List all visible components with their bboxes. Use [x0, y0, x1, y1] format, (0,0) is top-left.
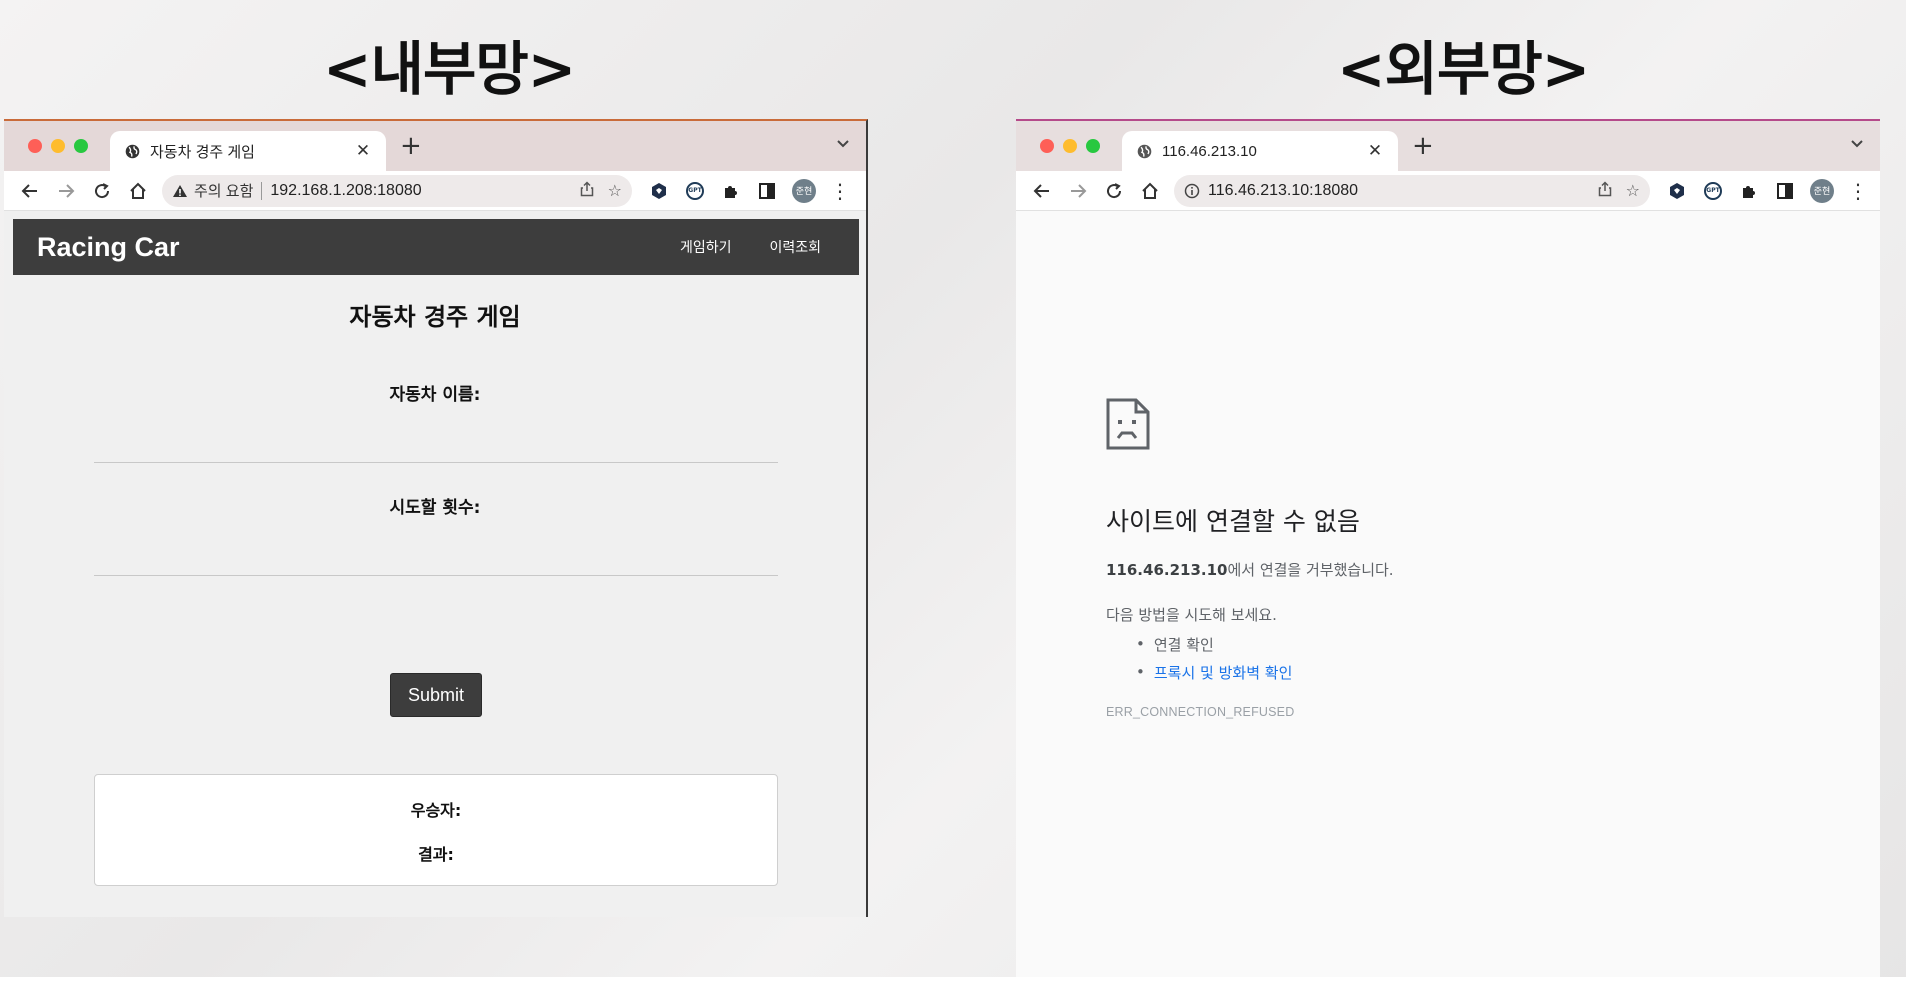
gpt-extension-icon[interactable]: GPT — [1702, 180, 1724, 202]
url-text[interactable]: 116.46.213.10:18080 — [1208, 182, 1584, 200]
suggestion-check-proxy[interactable]: 프록시 및 방화벽 확인 — [1136, 658, 1293, 686]
connection-error-page: 사이트에 연결할 수 없음 116.46.213.10에서 연결을 거부했습니다… — [1016, 211, 1880, 977]
back-arrow-icon[interactable] — [12, 175, 48, 207]
suggestion-check-connection: 연결 확인 — [1136, 630, 1292, 658]
heading-internal-network: <내부망> — [323, 35, 576, 103]
browser-window-external: 116.46.213.10 ✕ + 116.46.213.10:18080 ☆ — [1016, 119, 1880, 977]
tab-title: 자동차 경주 게임 — [150, 143, 255, 161]
extension-icon[interactable] — [648, 180, 670, 202]
tab-title: 116.46.213.10 — [1162, 142, 1257, 160]
bookmark-star-icon[interactable]: ☆ — [1626, 181, 1640, 200]
error-message: 116.46.213.10에서 연결을 거부했습니다. — [1106, 559, 1394, 580]
brand-logo[interactable]: Racing Car — [37, 232, 680, 263]
puzzle-extensions-icon[interactable] — [720, 180, 742, 202]
error-title: 사이트에 연결할 수 없음 — [1106, 507, 1360, 536]
maximize-window-button[interactable] — [74, 139, 88, 153]
sad-file-icon — [1106, 398, 1150, 450]
proxy-firewall-link[interactable]: 프록시 및 방화벽 확인 — [1154, 662, 1293, 683]
error-message-text: 에서 연결을 거부했습니다. — [1227, 561, 1394, 579]
error-try-text: 다음 방법을 시도해 보세요. — [1106, 606, 1277, 624]
home-icon[interactable] — [120, 175, 156, 207]
bookmark-star-icon[interactable]: ☆ — [608, 181, 622, 200]
close-window-button[interactable] — [28, 139, 42, 153]
globe-icon — [1137, 144, 1152, 158]
minimize-window-button[interactable] — [51, 139, 65, 153]
top-navbar: Racing Car 게임하기 이력조회 — [13, 219, 859, 275]
suggestion-list: 연결 확인 프록시 및 방화벽 확인 — [1136, 630, 1293, 686]
security-warning[interactable]: 주의 요함 — [172, 180, 253, 201]
address-bar[interactable]: 주의 요함 192.168.1.208:18080 ☆ — [162, 174, 632, 207]
close-window-button[interactable] — [1040, 139, 1054, 153]
submit-button[interactable]: Submit — [390, 673, 482, 717]
error-host: 116.46.213.10 — [1106, 561, 1228, 579]
result-label: 결과: — [418, 845, 454, 864]
browser-window-internal: 자동차 경주 게임 ✕ + 주의 요함 192.168.1.208:18080 — [4, 119, 868, 917]
close-tab-icon[interactable]: ✕ — [1366, 141, 1384, 161]
browser-toolbar: 주의 요함 192.168.1.208:18080 ☆ GPT 준현 ⋮ — [4, 171, 866, 211]
url-text[interactable]: 192.168.1.208:18080 — [270, 182, 565, 200]
page-title: 자동차 경주 게임 — [349, 303, 521, 331]
suggestion-label: 연결 확인 — [1153, 635, 1214, 654]
error-code: ERR_CONNECTION_REFUSED — [1106, 705, 1295, 719]
puzzle-extensions-icon[interactable] — [1738, 180, 1760, 202]
new-tab-button[interactable]: + — [1412, 133, 1434, 159]
attempts-label: 시도할 횟수: — [389, 498, 481, 518]
kebab-menu-icon[interactable]: ⋮ — [1848, 179, 1868, 203]
extensions-area: GPT 준현 ⋮ — [648, 178, 850, 203]
reload-icon[interactable] — [84, 175, 120, 207]
extension-icon[interactable] — [1666, 180, 1688, 202]
profile-avatar[interactable]: 준현 — [1810, 178, 1834, 203]
forward-arrow-icon[interactable] — [48, 175, 84, 207]
close-tab-icon[interactable]: ✕ — [354, 141, 372, 161]
warning-label: 주의 요함 — [194, 183, 254, 200]
address-bar[interactable]: 116.46.213.10:18080 ☆ — [1174, 174, 1650, 207]
gpt-extension-icon[interactable]: GPT — [684, 180, 706, 202]
attempts-input[interactable] — [94, 544, 778, 576]
forward-arrow-icon[interactable] — [1060, 175, 1096, 207]
share-icon[interactable] — [1598, 180, 1612, 201]
new-tab-button[interactable]: + — [400, 133, 422, 159]
globe-icon — [125, 144, 140, 158]
car-name-label: 자동차 이름: — [389, 385, 481, 405]
back-arrow-icon[interactable] — [1024, 175, 1060, 207]
browser-toolbar: 116.46.213.10:18080 ☆ GPT 준현 ⋮ — [1016, 171, 1880, 211]
browser-tab[interactable]: 116.46.213.10 ✕ — [1122, 131, 1398, 171]
home-icon[interactable] — [1132, 175, 1168, 207]
side-panel-icon[interactable] — [1774, 180, 1796, 202]
profile-avatar[interactable]: 준현 — [792, 178, 816, 203]
bottom-band — [0, 977, 1906, 989]
extensions-area: GPT 준현 ⋮ — [1666, 178, 1868, 203]
winner-label: 우승자: — [410, 801, 462, 820]
maximize-window-button[interactable] — [1086, 139, 1100, 153]
result-panel: 우승자: 결과: — [94, 774, 778, 886]
side-panel-icon[interactable] — [756, 180, 778, 202]
window-controls — [1040, 139, 1100, 153]
nav-link-play[interactable]: 게임하기 — [680, 237, 732, 257]
heading-external-network: <외부망> — [1337, 35, 1590, 103]
car-name-input[interactable] — [94, 431, 778, 463]
nav-link-history[interactable]: 이력조회 — [769, 237, 821, 257]
kebab-menu-icon[interactable]: ⋮ — [830, 179, 850, 203]
info-icon[interactable] — [1184, 183, 1200, 199]
omnibox-divider — [261, 181, 263, 200]
share-icon[interactable] — [580, 180, 594, 201]
tab-strip: 116.46.213.10 ✕ + — [1016, 121, 1880, 171]
racing-car-page: Racing Car 게임하기 이력조회 자동차 경주 게임 자동차 이름: 시… — [4, 211, 866, 917]
window-controls — [28, 139, 88, 153]
warning-icon — [173, 184, 187, 197]
minimize-window-button[interactable] — [1063, 139, 1077, 153]
chevron-down-icon[interactable] — [1850, 137, 1864, 153]
browser-tab[interactable]: 자동차 경주 게임 ✕ — [110, 131, 386, 171]
reload-icon[interactable] — [1096, 175, 1132, 207]
chevron-down-icon[interactable] — [836, 137, 850, 153]
tab-strip: 자동차 경주 게임 ✕ + — [4, 121, 866, 171]
